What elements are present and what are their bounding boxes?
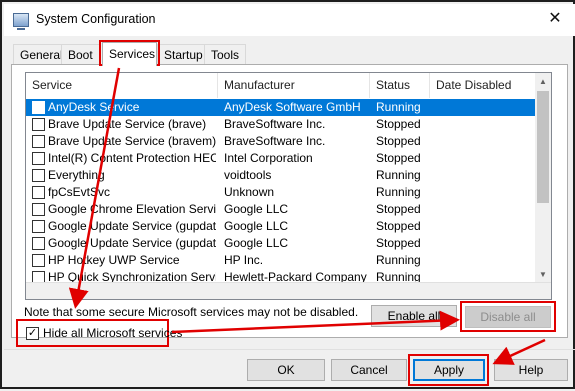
service-name: Google Chrome Elevation Servic... [48, 202, 216, 216]
service-name: Brave Update Service (bravem) [48, 134, 216, 148]
service-status: Stopped [376, 236, 421, 250]
service-name: Everything [48, 168, 105, 182]
service-manufacturer: Intel Corporation [224, 151, 313, 165]
service-name: Brave Update Service (brave) [48, 117, 207, 131]
ok-button[interactable]: OK [247, 359, 325, 381]
service-checkbox[interactable] [32, 169, 45, 182]
service-status: Stopped [376, 219, 421, 233]
service-checkbox[interactable] [32, 203, 45, 216]
tab-tools[interactable]: Tools [204, 44, 247, 64]
service-manufacturer: voidtools [224, 168, 272, 182]
services-rows: AnyDesk Service AnyDesk Software GmbH Runn… [26, 99, 537, 299]
column-date-disabled[interactable]: Date Disabled [430, 73, 537, 98]
table-row[interactable]: fpCsEvtSvc Unknown Running [26, 184, 537, 201]
title-bar: System Configuration ✕ [4, 4, 575, 36]
apply-highlight [408, 354, 489, 386]
hide-microsoft-services-highlight[interactable]: ✓ Hide all Microsoft services [16, 319, 182, 347]
service-manufacturer: HP Inc. [224, 253, 264, 267]
service-status: Running [376, 185, 421, 199]
hide-microsoft-services-label[interactable]: Hide all Microsoft services [43, 326, 182, 340]
service-manufacturer: Unknown [224, 185, 275, 199]
column-service[interactable]: Service [26, 73, 218, 98]
column-manufacturer[interactable]: Manufacturer [218, 73, 370, 98]
secure-services-note: Note that some secure Microsoft services… [24, 305, 359, 319]
service-manufacturer: BraveSoftware Inc. [224, 117, 326, 131]
close-button[interactable]: ✕ [543, 8, 567, 32]
tab-startup[interactable]: Startup [157, 44, 210, 64]
service-status: Stopped [376, 202, 421, 216]
scroll-up-arrow-icon[interactable]: ▲ [535, 73, 551, 90]
service-status: Running [376, 168, 421, 182]
table-row[interactable]: Google Update Service (gupdate) Google LL… [26, 218, 537, 235]
service-manufacturer: BraveSoftware Inc. [224, 134, 326, 148]
service-checkbox[interactable] [32, 220, 45, 233]
vertical-scrollbar[interactable]: ▲ ▼ [535, 73, 551, 283]
service-checkbox[interactable] [32, 152, 45, 165]
scroll-down-arrow-icon[interactable]: ▼ [535, 266, 551, 283]
table-row[interactable]: Google Chrome Elevation Servic... Google … [26, 201, 537, 218]
service-checkbox[interactable] [32, 118, 45, 131]
service-status: Running [376, 100, 421, 114]
service-checkbox[interactable] [32, 237, 45, 250]
disable-all-highlight [460, 301, 556, 332]
hide-microsoft-services-checkbox[interactable]: ✓ [26, 327, 39, 340]
service-status: Stopped [376, 151, 421, 165]
service-manufacturer: AnyDesk Software GmbH [224, 100, 361, 114]
table-row[interactable]: Brave Update Service (bravem) BraveSoftwa… [26, 133, 537, 150]
tab-boot[interactable]: Boot [61, 44, 100, 64]
table-row[interactable]: Everything voidtools Running [26, 167, 537, 184]
enable-all-button[interactable]: Enable all [371, 305, 457, 327]
table-row[interactable]: Google Update Service (gupdatem) Google L… [26, 235, 537, 252]
service-name: AnyDesk Service [48, 100, 140, 114]
service-status: Stopped [376, 134, 421, 148]
msconfig-app-icon [13, 13, 29, 30]
system-configuration-window: System Configuration ✕ General Boot Serv… [0, 0, 575, 389]
service-name: fpCsEvtSvc [48, 185, 111, 199]
service-checkbox[interactable] [32, 135, 45, 148]
horizontal-scrollbar[interactable] [26, 282, 551, 299]
service-checkbox[interactable] [32, 101, 45, 114]
service-checkbox[interactable] [32, 254, 45, 267]
list-column-header: Service Manufacturer Status Date Disable… [26, 73, 537, 98]
service-checkbox[interactable] [32, 186, 45, 199]
service-status: Running [376, 253, 421, 267]
table-row[interactable]: AnyDesk Service AnyDesk Software GmbH Runn… [26, 99, 537, 116]
table-row[interactable]: Intel(R) Content Protection HEC... Intel … [26, 150, 537, 167]
scroll-thumb[interactable] [537, 91, 549, 203]
help-button[interactable]: Help [494, 359, 568, 381]
service-name: HP Hotkey UWP Service [48, 253, 180, 267]
service-manufacturer: Google LLC [224, 236, 289, 250]
service-name: Intel(R) Content Protection HEC... [48, 151, 216, 165]
table-row[interactable]: Brave Update Service (brave) BraveSoftwar… [26, 116, 537, 133]
services-list[interactable]: Service Manufacturer Status Date Disable… [25, 72, 552, 300]
footer-separator [4, 349, 575, 350]
window-title: System Configuration [36, 12, 156, 26]
service-manufacturer: Google LLC [224, 202, 289, 216]
service-manufacturer: Google LLC [224, 219, 289, 233]
table-row[interactable]: HP Hotkey UWP Service HP Inc. Running [26, 252, 537, 269]
service-name: Google Update Service (gupdatem) [48, 236, 216, 250]
tab-services[interactable]: Services [102, 42, 157, 66]
cancel-button[interactable]: Cancel [331, 359, 407, 381]
column-status[interactable]: Status [370, 73, 430, 98]
service-name: Google Update Service (gupdate) [48, 219, 216, 233]
service-status: Stopped [376, 117, 421, 131]
